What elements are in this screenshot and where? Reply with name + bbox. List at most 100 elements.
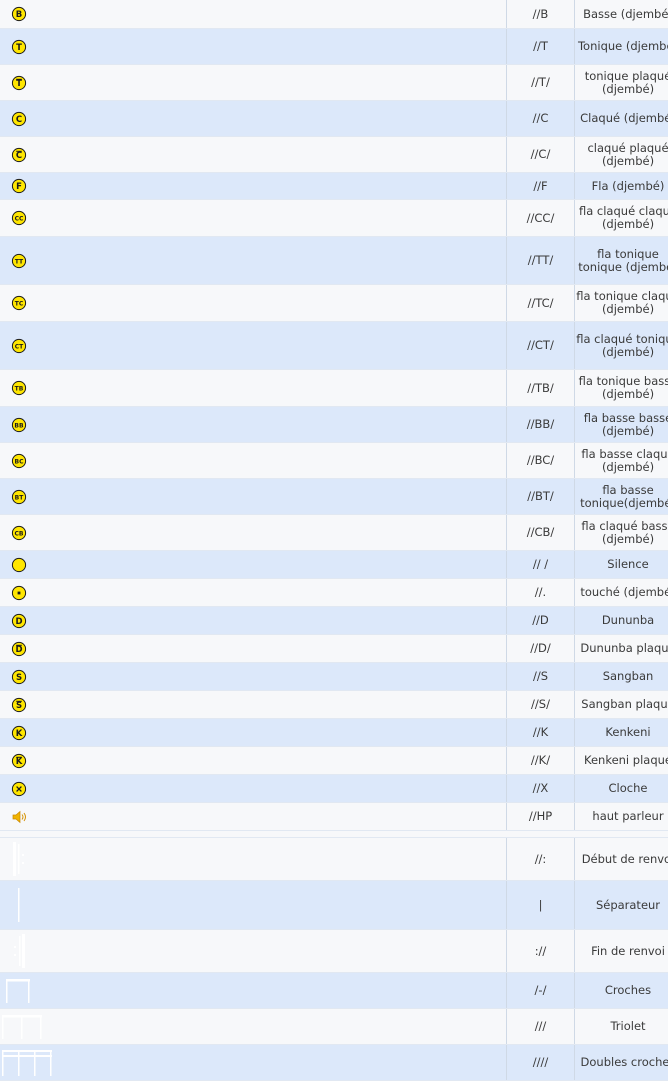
name-cell: Dununba [575,607,668,635]
table-row: ///Triolet [0,1009,668,1045]
symbol-cell: T [0,65,507,101]
code-cell: //K [507,719,575,747]
symbol-k-plaque-icon: K [11,753,506,769]
table-row: //XCloche [0,775,668,803]
table-row: // /Silence [0,551,668,579]
notation-table-body: B//BBasse (djembé)T//TTonique (djembé)T/… [0,0,668,1081]
symbol-cell: F [0,173,507,200]
code-cell: //D [507,607,575,635]
svg-text:BT: BT [15,494,25,501]
svg-text:S: S [16,673,22,683]
code-cell: //// [507,1045,575,1081]
table-row: D//DDununba [0,607,668,635]
symbol-bc-icon: BC [11,453,506,469]
name-cell: Sangban plaqué [575,691,668,719]
code-cell: //CT/ [507,322,575,370]
symbol-croches-icon [11,977,506,1005]
symbol-fin-renvoi-icon [11,932,506,970]
svg-text:B: B [16,10,22,20]
symbol-cell [0,579,507,607]
symbol-d-icon: D [11,613,506,629]
name-cell: fla basse basse (djembé) [575,407,668,443]
name-cell: fla tonique claque (djembé) [575,285,668,322]
symbol-bt-icon: BT [11,489,506,505]
symbol-cell: TC [0,285,507,322]
symbol-s-plaque-icon: S [11,697,506,713]
svg-text:C: C [16,151,22,161]
table-row: BT//BT/fla basse tonique(djembé) [0,479,668,515]
svg-text:CB: CB [15,530,24,537]
code-cell: //: [507,838,575,881]
symbol-cell: BC [0,443,507,479]
svg-text:BC: BC [15,458,25,465]
symbol-tt-icon: TT [11,253,506,269]
symbol-cell: C [0,101,507,137]
table-row: K//KKenkeni [0,719,668,747]
code-cell: //C [507,101,575,137]
symbol-cell [0,1045,507,1081]
name-cell: Basse (djembé) [575,0,668,29]
symbol-cell: C [0,137,507,173]
name-cell: claqué plaqué (djembé) [575,137,668,173]
symbol-cell: S [0,663,507,691]
code-cell: :// [507,930,575,973]
svg-text:F: F [16,182,22,192]
name-cell: Sangban [575,663,668,691]
table-row: B//BBasse (djembé) [0,0,668,29]
code-cell: //TC/ [507,285,575,322]
name-cell: fla basse claqué (djembé) [575,443,668,479]
symbol-t-plaque-icon: T [11,75,506,91]
code-cell: //TB/ [507,370,575,407]
name-cell: fla claqué basse (djembé) [575,515,668,551]
name-cell: fla claqué claqué (djembé) [575,200,668,237]
name-cell: haut parleur [575,803,668,831]
code-cell: //C/ [507,137,575,173]
svg-text:T: T [16,43,22,53]
symbol-t-icon: T [11,39,506,55]
svg-text:C: C [16,115,22,125]
symbol-cell: D [0,635,507,663]
table-row: TT//TT/fla tonique tonique (djembé) [0,237,668,285]
symbol-cell: T [0,29,507,65]
symbol-x-icon [11,781,506,797]
symbol-tb-icon: TB [11,380,506,396]
symbol-c-plaque-icon: C [11,147,506,163]
name-cell: Doubles croches [575,1045,668,1081]
symbol-cell: CC [0,200,507,237]
symbol-cc-icon: CC [11,210,506,226]
code-cell: //BC/ [507,443,575,479]
symbol-triolet-icon [11,1013,506,1041]
name-cell: touché (djembé) [575,579,668,607]
symbol-k-icon: K [11,725,506,741]
symbol-d-plaque-icon: D [11,641,506,657]
symbol-cell: BT [0,479,507,515]
table-row: T//TTonique (djembé) [0,29,668,65]
svg-text:TT: TT [15,258,24,265]
code-cell: /// [507,1009,575,1045]
symbol-cell: K [0,719,507,747]
name-cell: Croches [575,973,668,1009]
name-cell: Dununba plaqué [575,635,668,663]
table-row: /-/Croches [0,973,668,1009]
name-cell: fla basse tonique(djembé) [575,479,668,515]
table-row: //.touché (djembé) [0,579,668,607]
name-cell: Claqué (djembé) [575,101,668,137]
symbol-cell: CB [0,515,507,551]
table-row: TB//TB/fla tonique basse (djembé) [0,370,668,407]
name-cell: Début de renvoi [575,838,668,881]
svg-text:K: K [16,729,23,739]
svg-text:CC: CC [15,215,24,222]
symbol-separateur-icon [11,886,506,924]
symbol-cell: D [0,607,507,635]
name-cell: Cloche [575,775,668,803]
svg-text:D: D [15,645,22,655]
svg-text:K: K [16,757,23,767]
code-cell: //CC/ [507,200,575,237]
code-cell: // / [507,551,575,579]
table-row: S//SSangban [0,663,668,691]
code-cell: //. [507,579,575,607]
code-cell: //F [507,173,575,200]
table-spacer-row [0,831,668,838]
name-cell: Fla (djembé) [575,173,668,200]
symbol-f-icon: F [11,178,506,194]
